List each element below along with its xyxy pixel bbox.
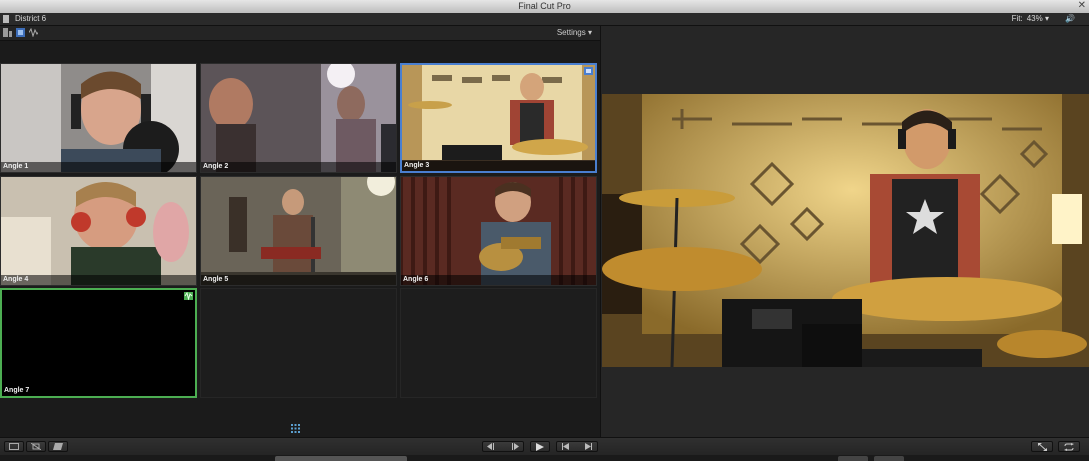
bottom-toolbar [0, 437, 1089, 455]
angle-thumbnail [1, 177, 196, 285]
previous-next-edit-icon [562, 443, 592, 450]
dock-strip [0, 455, 1089, 461]
layout-button[interactable] [4, 441, 24, 452]
document-icon [3, 15, 9, 23]
empty-angle-cell [400, 288, 597, 398]
angle-label: Angle 3 [402, 161, 595, 171]
fit-label: Fit: [1011, 14, 1023, 23]
angle-thumbnail [201, 64, 396, 172]
dock-tab[interactable] [275, 456, 407, 461]
angle-label: Angle 7 [2, 386, 195, 396]
play-icon [536, 443, 544, 451]
transform-button[interactable] [26, 441, 46, 452]
angle-cell[interactable]: Angle 4 [0, 176, 197, 286]
dock-tab[interactable] [838, 456, 868, 461]
angle-cell[interactable]: Angle 2 [200, 63, 397, 173]
audio-switch-icon[interactable] [29, 28, 38, 37]
angle-thumbnail [201, 177, 396, 285]
frame-step-icon [487, 443, 519, 450]
angle-thumbnail [402, 65, 595, 171]
transform-icon [31, 443, 41, 450]
distort-button[interactable] [48, 441, 68, 452]
layout-icon [9, 443, 19, 450]
distort-icon [53, 443, 63, 450]
angle-label: Angle 4 [1, 275, 196, 285]
video-active-icon [584, 67, 593, 75]
angle-cell[interactable]: Angle 7 [0, 288, 197, 398]
fullscreen-icon [1037, 443, 1047, 451]
edit-navigation-buttons[interactable] [556, 441, 598, 452]
angle-label: Angle 2 [201, 162, 396, 172]
angle-label: Angle 1 [1, 162, 196, 172]
angle-thumbnail [1, 64, 196, 172]
angle-viewer: Angle 1 Angle 2 Angle 3 Angle 4 Angle 5 … [0, 41, 600, 437]
video-audio-switch-icon[interactable] [3, 28, 12, 37]
angle-label: Angle 5 [201, 275, 396, 285]
grid-icon[interactable] [291, 424, 300, 433]
title-bar: Final Cut Pro ✕ [0, 0, 1089, 14]
main-viewer [600, 26, 1089, 437]
fullscreen-button[interactable] [1031, 441, 1053, 452]
dock-tab[interactable] [874, 456, 904, 461]
audio-active-icon [184, 292, 193, 300]
viewer-header: District 6 Fit: 43% ▾ 🔊 [0, 13, 1089, 26]
angle-thumbnail [401, 177, 596, 285]
audio-icon[interactable]: 🔊 [1065, 14, 1075, 23]
window-title: Final Cut Pro [518, 1, 571, 11]
settings-menu[interactable]: Settings ▾ [557, 28, 592, 37]
settings-label: Settings [556, 28, 586, 37]
close-icon[interactable]: ✕ [1078, 0, 1086, 11]
play-button[interactable] [530, 441, 550, 452]
zoom-fit[interactable]: Fit: 43% ▾ [1008, 14, 1049, 23]
loop-icon [1064, 443, 1074, 451]
angle-cell[interactable]: Angle 3 [400, 63, 597, 173]
video-switch-icon[interactable] [16, 28, 25, 37]
loop-button[interactable] [1058, 441, 1080, 452]
angle-toolbar: Settings ▾ [0, 26, 600, 41]
empty-angle-cell [200, 288, 397, 398]
viewer-image [602, 94, 1089, 367]
previous-next-frame-buttons[interactable] [482, 441, 524, 452]
fit-value[interactable]: 43% [1027, 14, 1043, 23]
angle-cell[interactable]: Angle 5 [200, 176, 397, 286]
angle-cell[interactable]: Angle 1 [0, 63, 197, 173]
angle-cell[interactable]: Angle 6 [400, 176, 597, 286]
project-name: District 6 [15, 14, 47, 23]
angle-label: Angle 6 [401, 275, 596, 285]
